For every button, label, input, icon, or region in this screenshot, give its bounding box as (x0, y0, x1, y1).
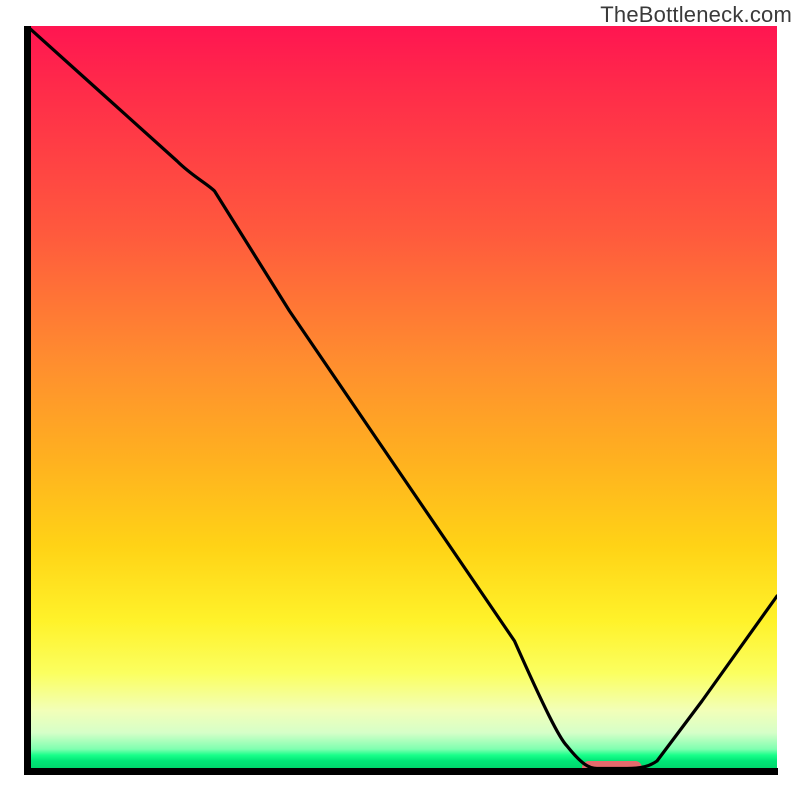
bottleneck-curve (27, 26, 777, 769)
watermark-text: TheBottleneck.com (600, 2, 792, 28)
chart-root: TheBottleneck.com (0, 0, 800, 800)
x-axis (24, 768, 778, 775)
y-axis (24, 26, 31, 770)
plot-area (27, 26, 777, 770)
chart-svg (27, 26, 777, 776)
